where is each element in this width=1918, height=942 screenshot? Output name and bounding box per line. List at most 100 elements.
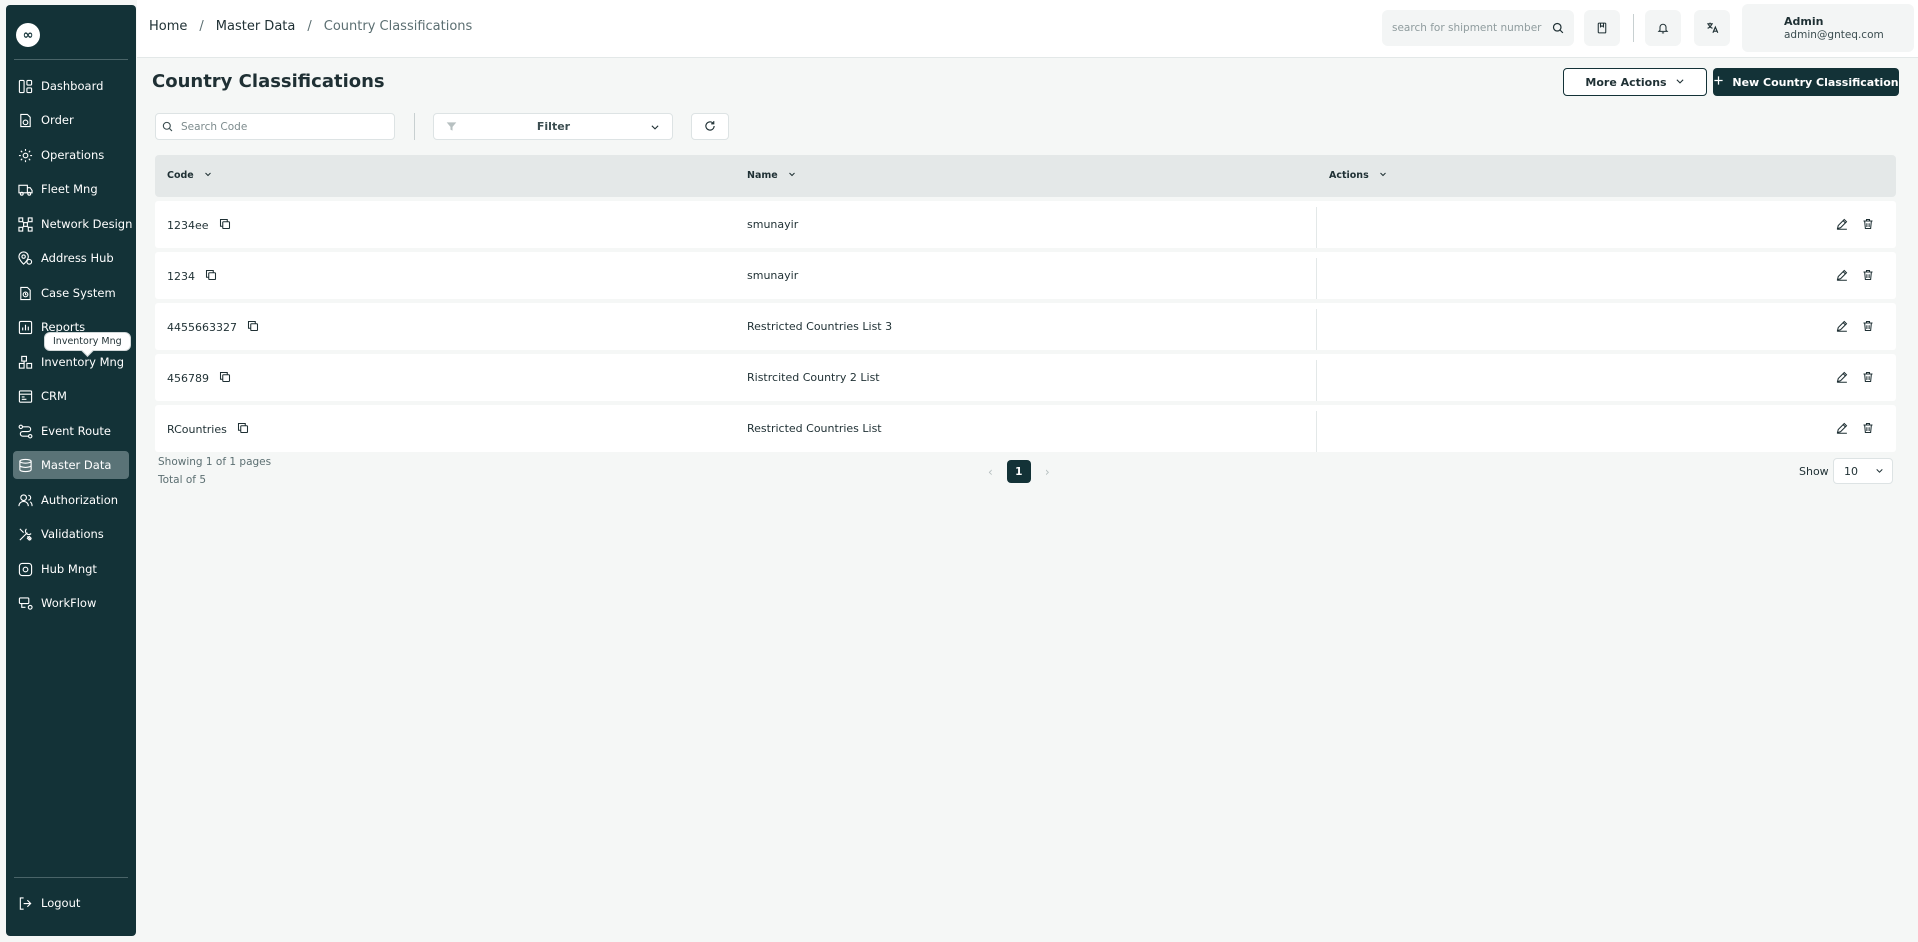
refresh-icon: [704, 117, 716, 136]
inventory-icon: [17, 354, 33, 370]
sidebar-item-crm[interactable]: CRM: [13, 382, 129, 410]
sidebar-item-label: Dashboard: [41, 79, 104, 93]
bookmark-icon: [1596, 19, 1608, 38]
search-icon: [162, 117, 173, 136]
page-title: Country Classifications: [152, 71, 385, 92]
sidebar-item-master-data[interactable]: Master Data: [13, 451, 129, 479]
sidebar-item-label: Master Data: [41, 458, 112, 472]
inventory-tooltip: Inventory Mng: [44, 332, 131, 351]
sidebar-item-fleet-mng[interactable]: Fleet Mng: [13, 175, 129, 203]
sidebar-item-address-hub[interactable]: Address Hub: [13, 244, 129, 272]
chevron-down-icon: [650, 117, 660, 136]
next-page-icon[interactable]: ›: [1045, 465, 1050, 479]
cell-divider: [1316, 309, 1317, 350]
edit-icon[interactable]: [1834, 420, 1850, 436]
sidebar-item-hub-mngt[interactable]: Hub Mngt: [13, 555, 129, 583]
delete-icon[interactable]: [1860, 420, 1876, 436]
logout-icon: [17, 895, 33, 911]
delete-icon[interactable]: [1860, 369, 1876, 385]
app-logo[interactable]: ∞: [16, 23, 40, 47]
sidebar-item-event-route[interactable]: Event Route: [13, 417, 129, 445]
notifications-button[interactable]: [1645, 10, 1681, 46]
sidebar-item-label: Validations: [41, 527, 104, 541]
translate-icon: [1706, 19, 1719, 38]
sidebar-item-label: Operations: [41, 148, 105, 162]
sidebar-item-validations[interactable]: Validations: [13, 520, 129, 548]
workflow-icon: [17, 595, 33, 611]
delete-icon[interactable]: [1860, 267, 1876, 283]
sidebar-item-label: WorkFlow: [41, 596, 97, 610]
user-menu[interactable]: Admin admin@gnteq.com: [1742, 4, 1914, 52]
breadcrumb: Home / Master Data / Country Classificat…: [149, 19, 472, 34]
copy-icon[interactable]: [237, 422, 249, 437]
row-name: smunayir: [747, 218, 799, 231]
copy-icon[interactable]: [219, 371, 231, 386]
sidebar-item-operations[interactable]: Operations: [13, 141, 129, 169]
new-country-classification-button[interactable]: New Country Classification: [1713, 68, 1899, 96]
page-size-label: Show: [1799, 465, 1829, 478]
copy-icon[interactable]: [219, 218, 231, 233]
sidebar-item-workflow[interactable]: WorkFlow: [13, 589, 129, 617]
sidebar-divider: [14, 59, 128, 60]
column-label: Actions: [1329, 170, 1369, 181]
prev-page-icon[interactable]: ‹: [988, 465, 993, 479]
page-size-select[interactable]: 10: [1833, 458, 1893, 484]
delete-icon[interactable]: [1860, 318, 1876, 334]
table-row: 1234ee smunayir: [155, 201, 1896, 248]
copy-icon[interactable]: [247, 320, 259, 335]
plus-icon: [1713, 75, 1724, 89]
edit-icon[interactable]: [1834, 369, 1850, 385]
copy-icon[interactable]: [205, 269, 217, 284]
bookmark-button[interactable]: [1584, 10, 1620, 46]
top-bar: Home / Master Data / Country Classificat…: [137, 0, 1918, 58]
pagination-showing: Showing 1 of 1 pages: [158, 456, 272, 468]
chevron-down-icon: [204, 170, 212, 181]
sidebar-item-label: Fleet Mng: [41, 182, 98, 196]
sidebar-item-label: Address Hub: [41, 251, 114, 265]
row-name: Restricted Countries List 3: [747, 320, 893, 333]
delete-icon[interactable]: [1860, 216, 1876, 232]
column-label: Name: [747, 170, 778, 181]
user-email: admin@gnteq.com: [1784, 29, 1884, 41]
column-header-actions[interactable]: Actions: [1329, 170, 1387, 181]
edit-icon[interactable]: [1834, 216, 1850, 232]
route-icon: [17, 423, 33, 439]
pagination-total: Total of 5: [158, 474, 206, 486]
edit-icon[interactable]: [1834, 318, 1850, 334]
cell-divider: [1316, 207, 1317, 248]
database-icon: [17, 457, 33, 473]
page-button-1[interactable]: 1: [1006, 460, 1031, 483]
code-search-input[interactable]: [181, 120, 381, 133]
sidebar-item-network-design[interactable]: Network Design: [13, 210, 132, 238]
logout-button[interactable]: Logout: [13, 889, 129, 917]
refresh-button[interactable]: [691, 113, 729, 140]
toolbar-divider: [414, 113, 415, 140]
filter-dropdown[interactable]: Filter: [433, 113, 673, 140]
dashboard-icon: [17, 78, 33, 94]
sidebar-item-label: Inventory Mng: [41, 355, 125, 369]
column-header-name[interactable]: Name: [747, 170, 796, 181]
tools-icon: [17, 526, 33, 542]
breadcrumb-home[interactable]: Home: [149, 19, 187, 34]
row-name: smunayir: [747, 269, 799, 282]
users-icon: [17, 492, 33, 508]
sidebar-item-case-system[interactable]: Case System: [13, 279, 129, 307]
language-button[interactable]: [1694, 10, 1730, 46]
sidebar-item-label: Order: [41, 113, 74, 127]
column-header-code[interactable]: Code: [167, 170, 212, 181]
operations-icon: [17, 147, 33, 163]
edit-icon[interactable]: [1834, 267, 1850, 283]
row-code: 456789: [167, 372, 209, 385]
column-label: Code: [167, 170, 194, 181]
sidebar-item-order[interactable]: Order: [13, 106, 129, 134]
search-icon[interactable]: [1552, 19, 1564, 38]
sidebar-item-authorization[interactable]: Authorization: [13, 486, 129, 514]
sidebar-item-inventory-mng[interactable]: Inventory Mng: [13, 348, 129, 376]
more-actions-button[interactable]: More Actions: [1563, 68, 1707, 96]
shipment-search-input[interactable]: [1392, 22, 1552, 34]
sidebar-item-dashboard[interactable]: Dashboard: [13, 72, 129, 100]
chevron-down-icon: [1875, 465, 1884, 478]
cell-divider: [1316, 360, 1317, 401]
truck-icon: [17, 181, 33, 197]
breadcrumb-master-data[interactable]: Master Data: [216, 19, 296, 34]
